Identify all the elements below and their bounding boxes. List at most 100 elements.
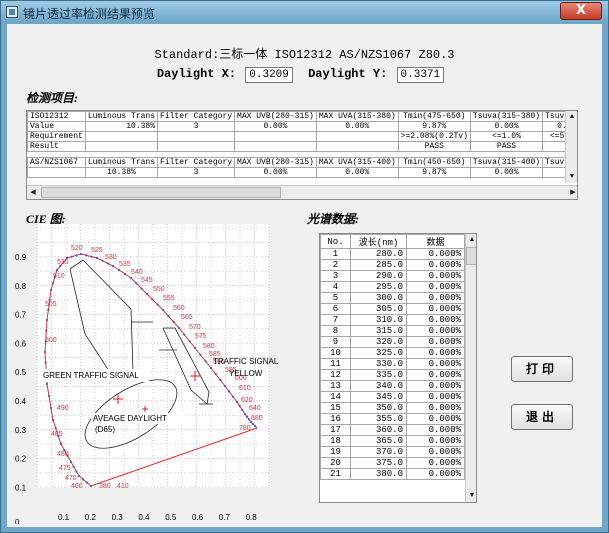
spectrum-cell[interactable]: 17 bbox=[320, 424, 351, 436]
spectrum-cell[interactable]: 0.000% bbox=[406, 259, 465, 271]
spectrum-cell[interactable]: 0.000% bbox=[406, 281, 465, 293]
spectrum-scroll-thumb[interactable] bbox=[466, 247, 476, 265]
spectrum-cell[interactable]: 295.0 bbox=[350, 281, 407, 293]
spectrum-cell[interactable]: 0.000% bbox=[406, 314, 465, 326]
scroll-up-icon[interactable]: ▲ bbox=[566, 111, 577, 123]
grid-cell[interactable]: Tsuva(315-380) bbox=[469, 111, 544, 122]
spectrum-cell[interactable]: 15 bbox=[320, 402, 351, 414]
spectrum-grid[interactable]: No. 波长(nm) 数据 1 280.0 0.000% 2 285.0 0.000% 3 290.… bbox=[319, 233, 477, 503]
spectrum-cell[interactable]: 0.000% bbox=[406, 369, 465, 381]
grid-cell[interactable]: 0.00% bbox=[315, 167, 399, 178]
spectrum-cell[interactable]: 7 bbox=[320, 314, 351, 326]
spectrum-cell[interactable]: 0.000% bbox=[406, 446, 465, 458]
spectrum-cell[interactable]: 20 bbox=[320, 457, 351, 469]
grid-cell[interactable]: <=1.0% bbox=[469, 131, 544, 142]
spectrum-scroll-up-icon[interactable]: ▲ bbox=[466, 234, 476, 246]
spectrum-cell[interactable]: 305.0 bbox=[350, 303, 407, 315]
spectrum-cell[interactable]: 300.0 bbox=[350, 292, 407, 304]
spectrum-cell[interactable]: 4 bbox=[320, 281, 351, 293]
grid-cell[interactable]: Tmin(475-650) bbox=[397, 111, 471, 122]
results-grid[interactable]: ISO12312 Luminous Trans Filter Category MAX… bbox=[26, 110, 578, 200]
grid-cell[interactable]: 10.38% bbox=[84, 121, 159, 132]
scroll-down-icon[interactable]: ▼ bbox=[566, 171, 577, 183]
grid-cell[interactable]: MAX UVB(280-315) bbox=[234, 111, 317, 122]
grid-cell[interactable]: 0.00% bbox=[469, 121, 544, 132]
grid-cell[interactable]: 0.00% bbox=[315, 121, 399, 132]
spectrum-cell[interactable]: 285.0 bbox=[350, 259, 407, 271]
spectrum-cell[interactable]: 0.000% bbox=[406, 358, 465, 370]
spectrum-cell[interactable]: 315.0 bbox=[350, 325, 407, 337]
spectrum-cell[interactable]: 0.000% bbox=[406, 325, 465, 337]
grid-horizontal-scrollbar[interactable]: ◀ ▶ bbox=[27, 185, 577, 199]
grid-cell[interactable] bbox=[234, 141, 317, 152]
spectrum-cell[interactable]: 0.000% bbox=[406, 270, 465, 282]
spectrum-cell[interactable]: 340.0 bbox=[350, 380, 407, 392]
spectrum-cell[interactable]: 0.000% bbox=[406, 424, 465, 436]
grid-cell[interactable]: 0.00% bbox=[234, 121, 317, 132]
scroll-right-icon[interactable]: ▶ bbox=[567, 187, 577, 199]
title-bar[interactable]: 镜片透过率检测结果预览 X bbox=[1, 1, 608, 23]
grid-cell[interactable] bbox=[84, 131, 159, 142]
spectrum-cell[interactable]: 380.0 bbox=[350, 468, 407, 480]
spectrum-cell[interactable]: 16 bbox=[320, 413, 351, 425]
spectrum-cell[interactable]: 0.000% bbox=[406, 468, 465, 480]
spectrum-cell[interactable]: 5 bbox=[320, 292, 351, 304]
spectrum-cell[interactable]: 365.0 bbox=[350, 435, 407, 447]
spectrum-cell[interactable]: 0.000% bbox=[406, 391, 465, 403]
spectrum-cell[interactable]: 0.000% bbox=[406, 402, 465, 414]
spectrum-cell[interactable]: 0.000% bbox=[406, 347, 465, 359]
spectrum-cell[interactable]: 0.000% bbox=[406, 435, 465, 447]
grid-cell[interactable]: 0.00% bbox=[234, 167, 317, 178]
spectrum-cell[interactable]: 13 bbox=[320, 380, 351, 392]
grid-cell[interactable] bbox=[315, 141, 399, 152]
grid-cell[interactable]: MAX UVA(315-400) bbox=[315, 157, 399, 168]
spectrum-cell[interactable]: 21 bbox=[320, 468, 351, 480]
spectrum-cell[interactable]: 1 bbox=[320, 248, 351, 260]
spectrum-scroll-down-icon[interactable]: ▼ bbox=[466, 490, 476, 502]
print-button[interactable]: 打印 bbox=[511, 356, 573, 382]
spectrum-cell[interactable]: 330.0 bbox=[350, 358, 407, 370]
grid-cell[interactable]: MAX UVB(280-315) bbox=[234, 157, 317, 168]
spectrum-cell[interactable]: 0.000% bbox=[406, 292, 465, 304]
spectrum-cell[interactable]: 320.0 bbox=[350, 336, 407, 348]
spectrum-cell[interactable]: 325.0 bbox=[350, 347, 407, 359]
grid-cell[interactable]: 9.87% bbox=[397, 121, 471, 132]
grid-cell[interactable] bbox=[157, 141, 236, 152]
spectrum-cell[interactable]: 310.0 bbox=[350, 314, 407, 326]
grid-cell[interactable]: >=2.08%(0.2Tv) bbox=[397, 131, 471, 142]
grid-cell[interactable]: 9.87% bbox=[397, 167, 471, 178]
spectrum-cell[interactable]: 280.0 bbox=[350, 248, 407, 260]
grid-cell[interactable]: Requirement bbox=[27, 131, 86, 142]
spectrum-cell[interactable]: 12 bbox=[320, 369, 351, 381]
grid-cell[interactable]: Luminous Trans bbox=[84, 111, 159, 122]
grid-cell[interactable]: 3 bbox=[157, 167, 236, 178]
spectrum-cell[interactable]: 0.000% bbox=[406, 457, 465, 469]
grid-cell[interactable]: PASS bbox=[397, 141, 471, 152]
spectrum-cell[interactable]: 10 bbox=[320, 347, 351, 359]
grid-cell[interactable]: Filter Category bbox=[157, 157, 236, 168]
grid-cell[interactable]: Filter Category bbox=[157, 111, 236, 122]
horizontal-scroll-thumb[interactable] bbox=[41, 187, 281, 198]
spectrum-cell[interactable]: 3 bbox=[320, 270, 351, 282]
spectrum-cell[interactable]: 8 bbox=[320, 325, 351, 337]
spectrum-cell[interactable]: 0.000% bbox=[406, 248, 465, 260]
spectrum-cell[interactable]: 290.0 bbox=[350, 270, 407, 282]
grid-cell[interactable]: 10.38% bbox=[84, 167, 159, 178]
spectrum-cell[interactable]: 18 bbox=[320, 435, 351, 447]
spectrum-cell[interactable]: 0.000% bbox=[406, 336, 465, 348]
grid-cell[interactable] bbox=[157, 131, 236, 142]
grid-cell[interactable] bbox=[315, 131, 399, 142]
spectrum-cell[interactable]: 6 bbox=[320, 303, 351, 315]
grid-cell[interactable]: Tmin(450-650) bbox=[397, 157, 471, 168]
spectrum-cell[interactable]: 360.0 bbox=[350, 424, 407, 436]
grid-cell[interactable]: 3 bbox=[157, 121, 236, 132]
grid-cell[interactable]: ISO12312 bbox=[27, 111, 86, 122]
exit-button[interactable]: 退出 bbox=[511, 404, 573, 430]
spectrum-cell[interactable]: 345.0 bbox=[350, 391, 407, 403]
spectrum-cell[interactable]: 375.0 bbox=[350, 457, 407, 469]
grid-cell[interactable] bbox=[234, 131, 317, 142]
grid-cell[interactable]: Tsuva(315-400) bbox=[469, 157, 544, 168]
spectrum-cell[interactable]: 2 bbox=[320, 259, 351, 271]
grid-cell[interactable] bbox=[84, 141, 159, 152]
grid-cell[interactable]: AS/NZS1067 bbox=[27, 157, 86, 168]
